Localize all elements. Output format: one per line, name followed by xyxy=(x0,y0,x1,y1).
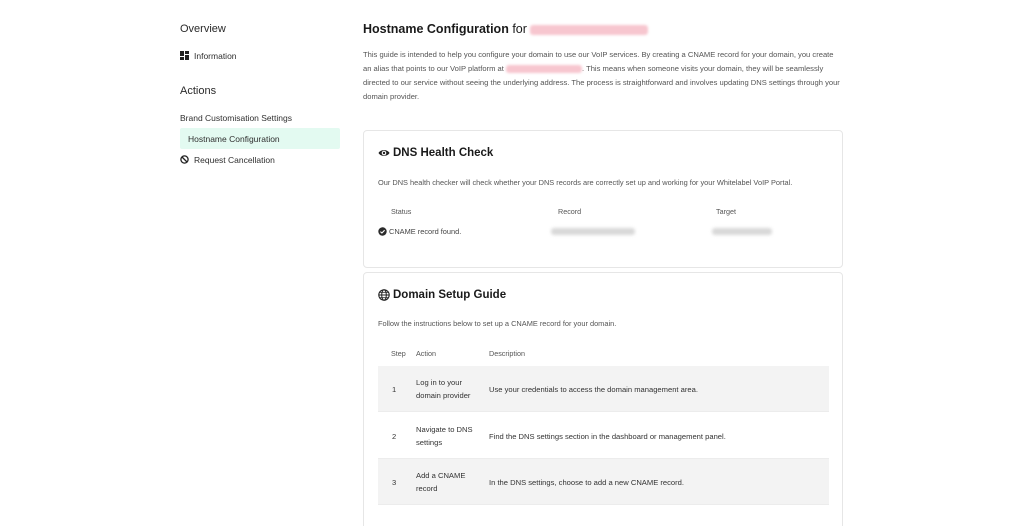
ban-icon xyxy=(180,155,189,164)
page-title-for: for xyxy=(512,22,527,36)
sidebar-item-label: Request Cancellation xyxy=(194,154,275,165)
dashboard-icon xyxy=(180,51,189,60)
dns-health-check-card: DNS Health Check Our DNS health checker … xyxy=(363,130,843,268)
redacted-domain xyxy=(530,24,649,35)
step-action: Add a CNAME record xyxy=(416,471,466,493)
step-description: In the DNS settings, choose to add a new… xyxy=(489,477,685,487)
redacted-record xyxy=(551,228,635,235)
dns-status-cell: CNAME record found. xyxy=(378,227,461,236)
dns-health-check-description: Our DNS health checker will check whethe… xyxy=(378,178,793,187)
card-title-text: Domain Setup Guide xyxy=(393,289,507,301)
column-header-status: Status xyxy=(391,207,412,216)
step-action: Navigate to DNS settings xyxy=(416,425,473,447)
redacted-target xyxy=(712,228,772,235)
check-circle-icon xyxy=(378,227,387,236)
sidebar-item-brand-customisation[interactable]: Brand Customisation Settings xyxy=(180,107,340,128)
dns-record-cell xyxy=(551,228,635,235)
column-header-step: Step xyxy=(391,349,406,358)
page-title-text: Hostname Configuration xyxy=(363,22,509,36)
step-description: Find the DNS settings section in the das… xyxy=(489,431,726,441)
step-number: 1 xyxy=(392,384,397,394)
card-title-text: DNS Health Check xyxy=(393,147,494,159)
redacted-platform-address xyxy=(505,65,582,73)
sidebar-item-label: Information xyxy=(194,50,237,61)
eye-icon xyxy=(378,147,390,159)
page-title: Hostname Configuration for xyxy=(363,22,649,36)
overview-heading: Overview xyxy=(180,23,226,35)
step-action: Log in to your domain provider xyxy=(416,378,471,400)
domain-setup-guide-title: Domain Setup Guide xyxy=(378,289,506,301)
intro-text: This guide is intended to help you confi… xyxy=(363,48,843,104)
column-header-target: Target xyxy=(716,207,736,216)
sidebar-item-request-cancellation[interactable]: Request Cancellation xyxy=(180,149,340,170)
domain-setup-guide-description: Follow the instructions below to set up … xyxy=(378,319,617,328)
column-header-description: Description xyxy=(489,349,525,358)
domain-setup-guide-card: Domain Setup Guide Follow the instructio… xyxy=(363,272,843,526)
column-header-record: Record xyxy=(558,207,582,216)
step-number: 2 xyxy=(392,431,397,441)
dns-health-check-title: DNS Health Check xyxy=(378,147,493,159)
table-row: 3 Add a CNAME record In the DNS settings… xyxy=(378,459,829,505)
step-description: Use your credentials to access the domai… xyxy=(489,384,698,394)
column-header-action: Action xyxy=(416,349,436,358)
dns-target-cell xyxy=(712,228,772,235)
sidebar-item-label: Hostname Configuration xyxy=(188,133,280,144)
sidebar-item-information[interactable]: Information xyxy=(180,45,340,66)
sidebar-item-hostname-configuration[interactable]: Hostname Configuration xyxy=(180,128,340,149)
globe-icon xyxy=(378,289,390,301)
dns-status-text: CNAME record found. xyxy=(389,227,462,236)
table-row: 2 Navigate to DNS settings Find the DNS … xyxy=(378,413,829,459)
table-row: 1 Log in to your domain provider Use you… xyxy=(378,366,829,412)
sidebar-item-label: Brand Customisation Settings xyxy=(180,112,292,123)
step-number: 3 xyxy=(392,477,397,487)
actions-heading: Actions xyxy=(180,85,217,97)
